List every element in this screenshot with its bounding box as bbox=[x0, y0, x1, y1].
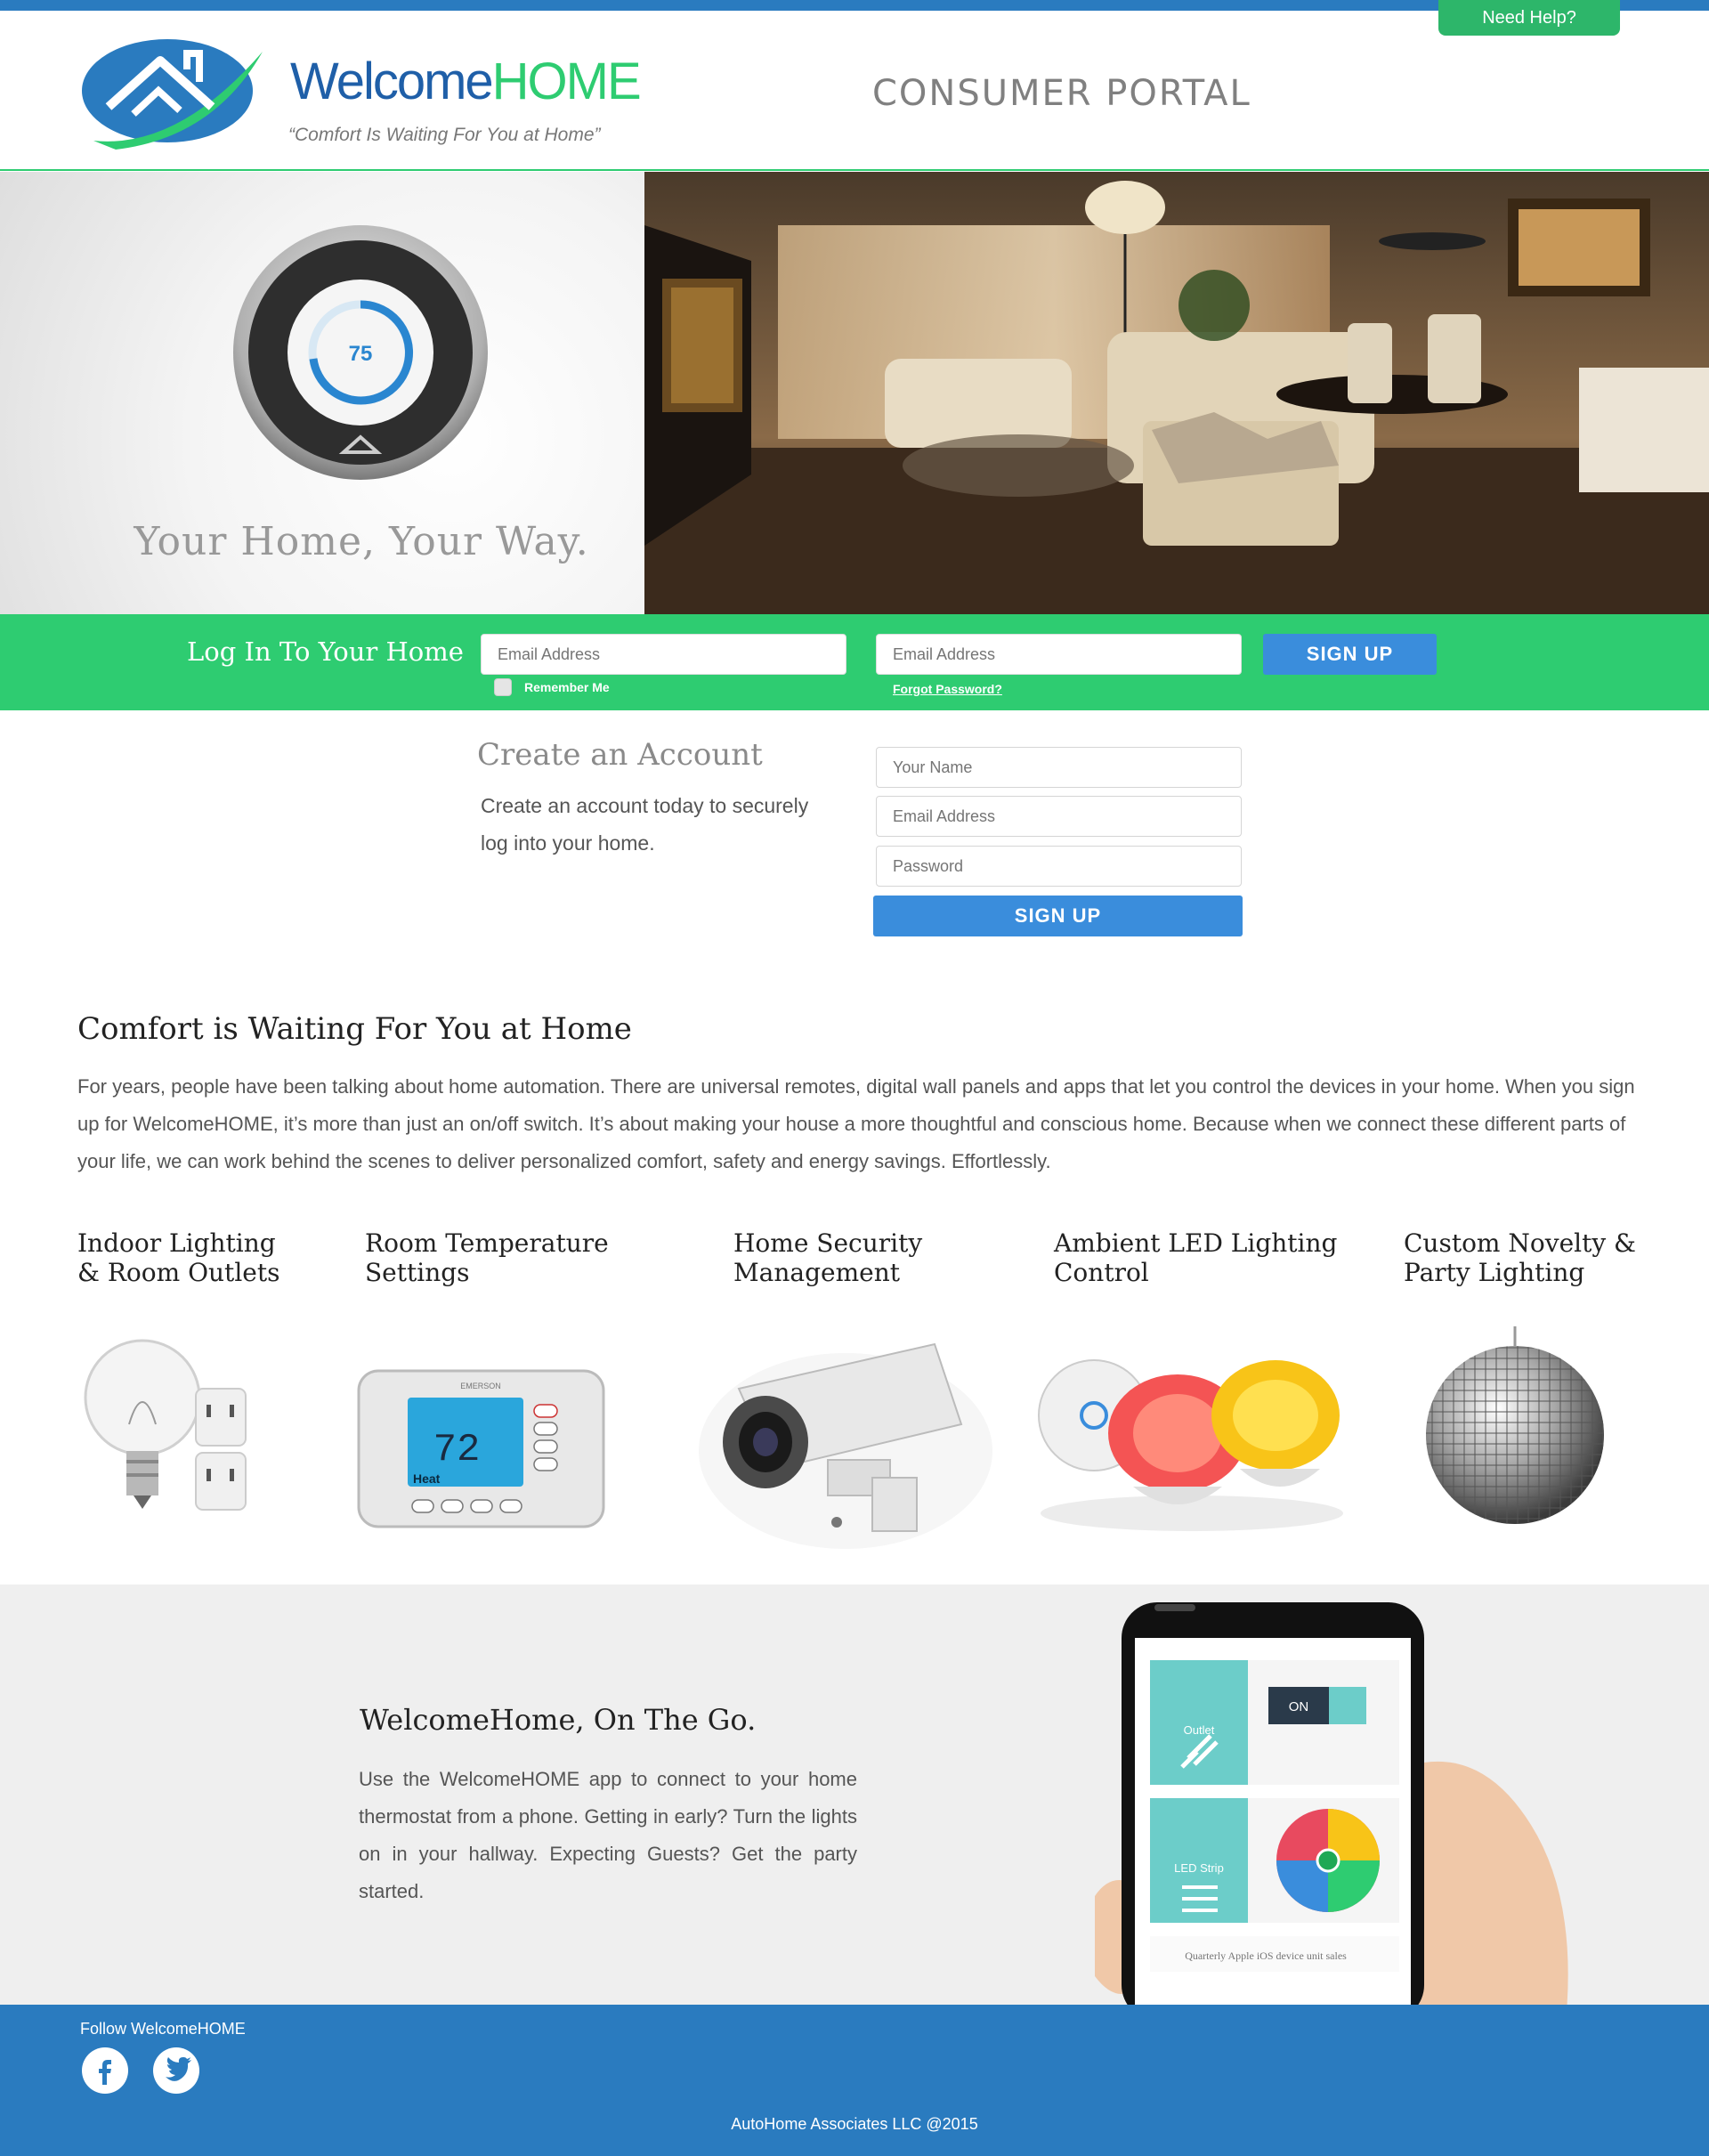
feature-title-lighting: Indoor Lighting & Room Outlets bbox=[77, 1228, 279, 1287]
feature-title-line: Indoor Lighting bbox=[77, 1228, 276, 1258]
security-camera-icon bbox=[699, 1342, 992, 1549]
on-the-go-title: WelcomeHome, On The Go. bbox=[360, 1703, 757, 1737]
feature-title-line: Party Lighting bbox=[1404, 1258, 1585, 1287]
hero-section: 75 Your Home, Your Way. bbox=[0, 172, 1709, 614]
phone-led-label: LED Strip bbox=[1174, 1861, 1224, 1875]
create-account-signup-button[interactable]: SIGN UP bbox=[873, 896, 1243, 936]
feature-title-line: Custom Novelty & bbox=[1404, 1228, 1636, 1258]
comfort-title: Comfort is Waiting For You at Home bbox=[77, 1011, 632, 1047]
smart-thermostat-icon: 75 bbox=[233, 225, 488, 480]
page-title: CONSUMER PORTAL bbox=[872, 73, 1251, 114]
living-room-photo bbox=[644, 172, 1709, 614]
twitter-icon[interactable] bbox=[153, 2047, 199, 2094]
feature-title-line: Home Security bbox=[733, 1228, 923, 1258]
create-account-description: Create an account today to securely log … bbox=[481, 794, 809, 855]
feature-title-line: Control bbox=[1054, 1258, 1149, 1287]
living-room-illustration bbox=[644, 172, 1709, 614]
login-signup-button[interactable]: SIGN UP bbox=[1263, 634, 1437, 675]
signup-password-input[interactable] bbox=[876, 846, 1242, 887]
phone-footer-text: Quarterly Apple iOS device unit sales bbox=[1185, 1949, 1347, 1962]
lightbulb-outlet-icon bbox=[84, 1339, 247, 1511]
disco-ball-icon bbox=[1426, 1326, 1604, 1524]
facebook-icon[interactable] bbox=[82, 2047, 128, 2094]
feature-title-line: Settings bbox=[365, 1258, 470, 1287]
feature-title-line: Room Temperature bbox=[365, 1228, 609, 1258]
thermostat-icon: 72 Heat EMERSON bbox=[357, 1369, 605, 1528]
signup-email-input[interactable] bbox=[876, 796, 1242, 837]
led-lamp-icon bbox=[1038, 1359, 1343, 1531]
feature-title-party: Custom Novelty & Party Lighting bbox=[1404, 1228, 1636, 1287]
hero-thermostat-panel: 75 Your Home, Your Way. bbox=[0, 172, 644, 614]
phone-outlet-label: Outlet bbox=[1184, 1723, 1215, 1737]
need-help-button[interactable]: Need Help? bbox=[1438, 0, 1620, 36]
login-password-input[interactable] bbox=[876, 634, 1242, 675]
thermostat-temperature: 75 bbox=[349, 342, 373, 366]
hero-slogan: Your Home, Your Way. bbox=[134, 519, 589, 564]
signup-name-input[interactable] bbox=[876, 747, 1242, 788]
forgot-password-link[interactable]: Forgot Password? bbox=[893, 682, 1002, 696]
brand-welcome: Welcome bbox=[290, 53, 494, 110]
tagline: “Comfort Is Waiting For You at Home” bbox=[288, 125, 601, 145]
brand-home: HOME bbox=[491, 53, 642, 110]
brand-name: WelcomeHOME bbox=[290, 52, 642, 111]
feature-title-line: & Room Outlets bbox=[77, 1258, 280, 1287]
thermostat-mode-label: Heat bbox=[413, 1471, 441, 1486]
feature-title-led: Ambient LED Lighting Control bbox=[1054, 1228, 1337, 1287]
house-logo-icon bbox=[82, 39, 263, 150]
phone-app-mockup: Outlet ON LED Strip Quarterly Apple iOS … bbox=[1095, 1602, 1568, 2005]
feature-title-temperature: Room Temperature Settings bbox=[365, 1228, 609, 1287]
remember-me[interactable]: Remember Me bbox=[494, 678, 610, 696]
login-title: Log In To Your Home bbox=[187, 636, 464, 667]
phone-toggle-on[interactable]: ON bbox=[1289, 1699, 1309, 1714]
follow-label: Follow WelcomeHOME bbox=[80, 2020, 246, 2038]
site-footer: Follow WelcomeHOME AutoHome Associates L… bbox=[0, 2005, 1709, 2156]
remember-me-label: Remember Me bbox=[524, 680, 610, 694]
create-account-title: Create an Account bbox=[477, 737, 763, 773]
login-bar: Log In To Your Home Remember Me Forgot P… bbox=[0, 614, 1709, 710]
feature-title-line: Management bbox=[733, 1258, 900, 1287]
thermostat-display-reading: 72 bbox=[433, 1428, 481, 1472]
thermostat-brand-label: EMERSON bbox=[460, 1382, 501, 1390]
on-the-go-section: WelcomeHome, On The Go. Use the WelcomeH… bbox=[0, 1585, 1709, 2005]
login-email-input[interactable] bbox=[481, 634, 846, 675]
on-the-go-body: Use the WelcomeHOME app to connect to yo… bbox=[359, 1768, 857, 1902]
copyright-text: AutoHome Associates LLC @2015 bbox=[731, 2115, 978, 2133]
remember-me-checkbox[interactable] bbox=[494, 678, 512, 696]
comfort-body: For years, people have been talking abou… bbox=[77, 1075, 1635, 1172]
feature-title-line: Ambient LED Lighting bbox=[1054, 1228, 1338, 1258]
feature-title-security: Home Security Management bbox=[733, 1228, 922, 1287]
